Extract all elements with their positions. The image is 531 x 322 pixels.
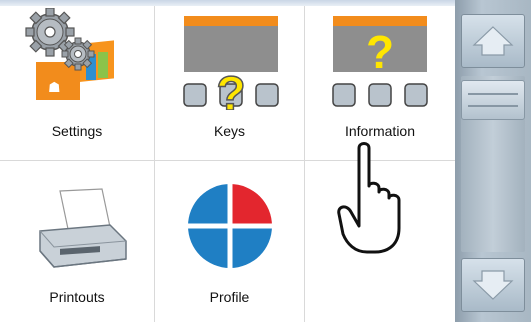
svg-text:?: ? bbox=[216, 68, 245, 110]
thumb-grip bbox=[468, 93, 518, 95]
tile-keys-label: Keys bbox=[213, 123, 246, 139]
grid-divider-vertical-1 bbox=[154, 6, 155, 322]
gears-icon: ☗ bbox=[25, 8, 114, 100]
scroll-down-button[interactable] bbox=[461, 258, 525, 312]
arrow-up-icon bbox=[472, 26, 514, 56]
display-help-icon: ? bbox=[332, 16, 428, 107]
printer-icon bbox=[39, 188, 127, 268]
arrow-down-icon bbox=[472, 270, 514, 300]
menu-screen: ☗ Settings ? Keys ? Information Printout… bbox=[0, 0, 531, 322]
profile-disc-icon bbox=[186, 182, 274, 270]
svg-text:☗: ☗ bbox=[48, 80, 61, 96]
tile-profile-label: Profile bbox=[209, 289, 250, 305]
scroll-thumb[interactable] bbox=[461, 80, 525, 120]
tile-profile[interactable]: Profile bbox=[155, 161, 304, 322]
hand-pointer-icon bbox=[337, 142, 401, 254]
tile-settings-label: Settings bbox=[51, 123, 103, 139]
thumb-grip bbox=[468, 105, 518, 107]
keypad-help-icon: ? bbox=[183, 16, 279, 110]
tile-keys[interactable]: ? Keys bbox=[155, 6, 304, 160]
svg-text:?: ? bbox=[366, 26, 394, 78]
tile-printouts[interactable]: Printouts bbox=[0, 161, 154, 322]
scrollbar[interactable] bbox=[455, 0, 531, 322]
tile-information-label: Information bbox=[344, 123, 416, 139]
tile-printouts-label: Printouts bbox=[49, 289, 105, 305]
grid-divider-vertical-2 bbox=[304, 6, 305, 322]
tile-information[interactable]: ? Information bbox=[305, 6, 455, 160]
scroll-up-button[interactable] bbox=[461, 14, 525, 68]
tile-settings[interactable]: ☗ Settings bbox=[0, 6, 154, 160]
